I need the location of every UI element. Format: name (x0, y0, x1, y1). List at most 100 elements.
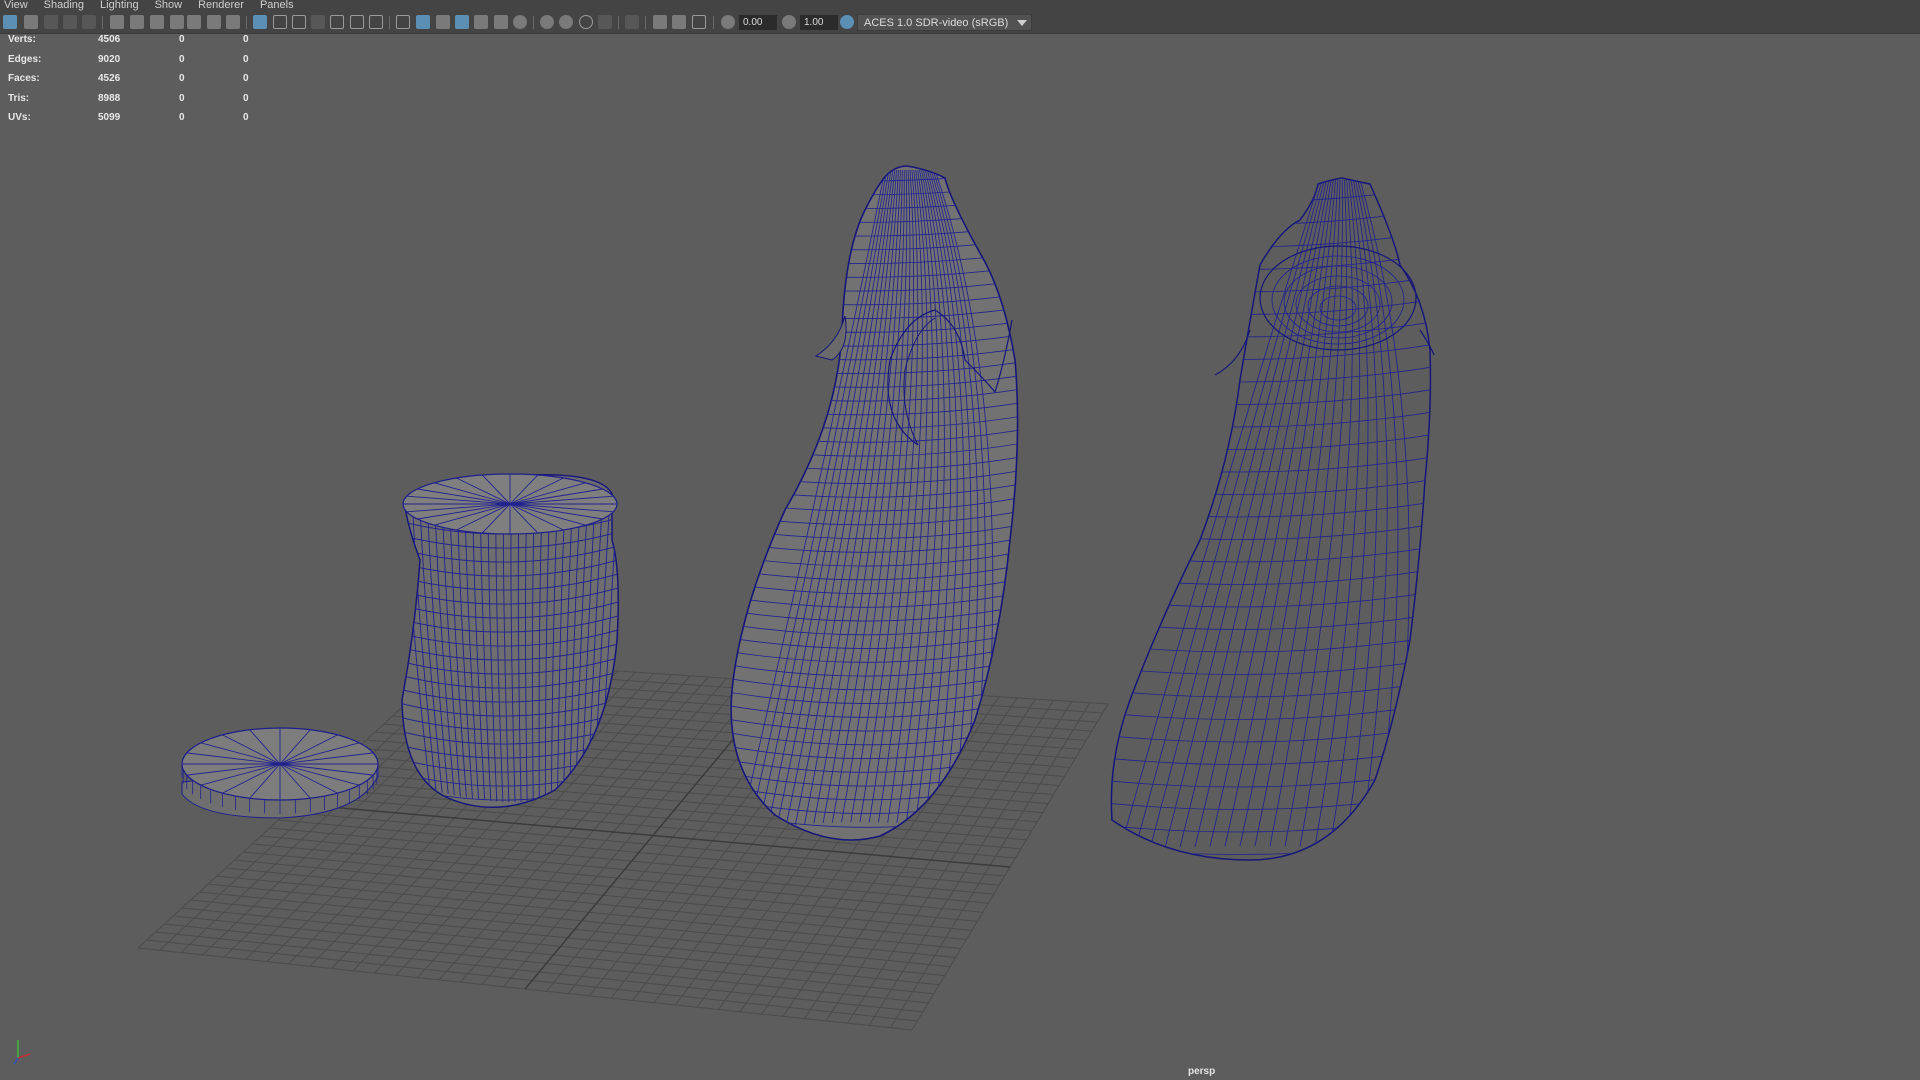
hud-value: 0 (243, 53, 249, 65)
toolbar-separator (645, 16, 646, 29)
mesh-edge (1111, 363, 1431, 383)
viewport-3d[interactable] (0, 34, 1920, 1080)
image-plane-icon[interactable] (63, 15, 77, 29)
hud-label: UVs: (8, 112, 31, 124)
mesh-edge (1194, 179, 1332, 848)
mesh-edge (1111, 746, 1431, 765)
menu-panels[interactable]: Panels (260, 0, 294, 12)
mesh-edge (1111, 521, 1431, 540)
gamma-icon[interactable] (782, 15, 796, 29)
mesh-edge (1111, 183, 1431, 203)
mesh-edge (731, 169, 1018, 182)
toolbar-separator (533, 16, 534, 29)
heads-up-poly-count: Verts: 4506 0 0 Edges: 9020 0 0 Faces: 4526 0 0 Tris… (8, 34, 268, 132)
mesh-edge (1111, 206, 1431, 225)
mesh-edge (1111, 408, 1431, 428)
exposure-field[interactable]: 0.00 (739, 15, 777, 30)
hud-value: 0 (243, 92, 249, 104)
hud-value: 4506 (98, 34, 121, 45)
mesh-edge (1111, 791, 1431, 810)
isolate-select-icon[interactable] (625, 15, 639, 29)
2d-pan-zoom-icon[interactable] (82, 15, 96, 29)
gate-mask-icon[interactable] (311, 15, 325, 29)
toolbar-separator (618, 16, 619, 29)
toolbar-separator (713, 16, 714, 29)
menu-lighting[interactable]: Lighting (100, 0, 139, 12)
panel-toolbar: 0.00 1.00 ACES 1.0 SDR-video (sRGB) (0, 12, 1920, 34)
mesh-edge (1111, 251, 1431, 270)
axis-gizmo (13, 1040, 31, 1065)
mesh-edge (1111, 723, 1431, 743)
resolution-gate-icon[interactable] (292, 15, 306, 29)
screen-space-ao-icon[interactable] (540, 15, 554, 29)
mesh-edge (1357, 179, 1399, 850)
camera-icon[interactable] (110, 15, 124, 29)
menu-show[interactable]: Show (155, 0, 183, 12)
motion-blur-icon[interactable] (559, 15, 573, 29)
toolbar-separator (389, 16, 390, 29)
mesh-edge (1254, 179, 1341, 847)
motion-trail-icon[interactable] (207, 15, 221, 29)
grease-pencil-icon[interactable] (187, 15, 201, 29)
wireframe-shading-icon[interactable] (396, 15, 410, 29)
hud-value: 0 (179, 92, 185, 104)
hud-label: Edges: (8, 53, 42, 65)
film-gate-icon[interactable] (273, 15, 287, 29)
bookmark-icon[interactable] (44, 15, 58, 29)
xray-joints-icon[interactable] (692, 15, 706, 29)
mesh-edge (1111, 296, 1431, 315)
panel-menubar: View Shading Lighting Show Renderer Pane… (0, 0, 1920, 12)
safe-title-icon[interactable] (369, 15, 383, 29)
color-management-icon[interactable] (840, 15, 854, 29)
view-transform-select[interactable]: ACES 1.0 SDR-video (sRGB) (857, 14, 1032, 31)
camera-name-label: persp (1188, 1066, 1216, 1077)
pencil-icon[interactable] (226, 15, 240, 29)
gamma-field[interactable]: 1.00 (800, 15, 838, 30)
mesh-edge (1179, 179, 1330, 848)
mesh-edge (1111, 273, 1431, 293)
eggplant-wireframe-model[interactable] (1090, 177, 1450, 877)
field-chart-icon[interactable] (330, 15, 344, 29)
hud-row: Tris: 8988 0 0 (8, 93, 268, 113)
grid-toggle-icon[interactable] (253, 15, 267, 29)
mesh-edge (1295, 275, 1381, 333)
depth-of-field-icon[interactable] (598, 15, 612, 29)
mesh-edge (1111, 228, 1431, 248)
hud-row: UVs: 5099 0 0 (8, 112, 268, 132)
menu-renderer[interactable]: Renderer (198, 0, 244, 12)
use-default-material-icon[interactable] (436, 15, 450, 29)
hud-value: 0 (243, 112, 249, 124)
xray-icon[interactable] (653, 15, 667, 29)
menu-shading[interactable]: Shading (44, 0, 84, 12)
mesh-edge (1224, 179, 1336, 847)
mesh-edge (1319, 295, 1357, 321)
bookmark-flag-icon[interactable] (170, 15, 184, 29)
shadows-icon[interactable] (513, 15, 527, 29)
hud-row: Edges: 9020 0 0 (8, 54, 268, 74)
wireframe-on-shaded-icon[interactable] (455, 15, 469, 29)
exposure-icon[interactable] (721, 15, 735, 29)
xray-active-components-icon[interactable] (672, 15, 686, 29)
menu-view[interactable]: View (4, 0, 28, 12)
hud-value: 5099 (98, 112, 121, 124)
safe-action-icon[interactable] (350, 15, 364, 29)
hud-label: Faces: (8, 73, 40, 85)
hud-value: 0 (179, 73, 185, 85)
hud-value: 0 (179, 112, 185, 124)
eggplant-slice-disc[interactable] (181, 727, 379, 819)
view-transform-value: ACES 1.0 SDR-video (sRGB) (864, 17, 1009, 29)
hud-row: Verts: 4506 0 0 (8, 34, 268, 54)
textured-icon[interactable] (474, 15, 488, 29)
mesh-edge (1119, 179, 1321, 851)
mesh-edge (1111, 476, 1431, 495)
anti-aliasing-icon[interactable] (579, 15, 593, 29)
eggplant-shaded-model[interactable] (700, 165, 1040, 896)
camera-attributes-icon[interactable] (24, 15, 38, 29)
hud-value: 8988 (98, 92, 121, 104)
smooth-shade-icon[interactable] (416, 15, 430, 29)
select-camera-icon[interactable] (3, 15, 17, 29)
camera-lock-icon[interactable] (150, 15, 164, 29)
use-all-lights-icon[interactable] (494, 15, 508, 29)
camera-add-icon[interactable] (130, 15, 144, 29)
mesh-edge (1111, 633, 1431, 653)
